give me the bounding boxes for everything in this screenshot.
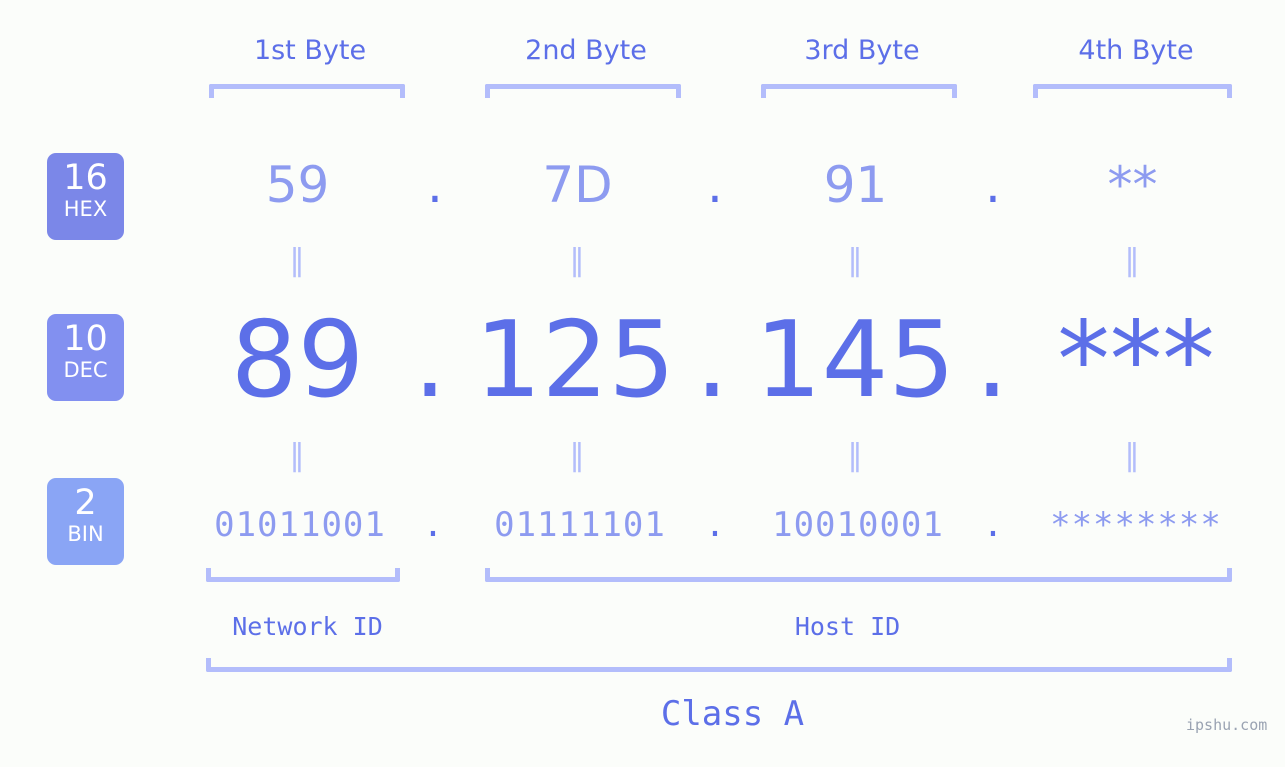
byte-bracket-2 <box>485 84 681 98</box>
bin-separator-1: . <box>422 505 444 545</box>
dec-separator-2: . <box>695 299 729 421</box>
watermark: ipshu.com <box>1186 716 1268 734</box>
class-label: Class A <box>660 694 805 734</box>
byte-header-4: 4th Byte <box>1078 35 1194 66</box>
equality-marker-dec-bin-3: ‖ <box>847 438 864 473</box>
hex-separator-1: . <box>427 156 443 214</box>
equality-marker-hex-dec-4: ‖ <box>1124 243 1141 278</box>
equality-marker-hex-dec-2: ‖ <box>569 243 586 278</box>
network-id-bracket <box>206 568 400 582</box>
hex-separator-3: . <box>985 156 1001 214</box>
equality-marker-hex-dec-1: ‖ <box>289 243 306 278</box>
hex-byte-4: ** <box>1107 156 1158 214</box>
host-id-bracket <box>485 568 1232 582</box>
byte-bracket-4 <box>1033 84 1232 98</box>
bin-row: 01011001 . 01111101 . 10010001 . *******… <box>0 495 1285 555</box>
hex-byte-3: 91 <box>823 156 888 214</box>
dec-byte-3: 145 <box>754 299 956 421</box>
equality-marker-dec-bin-4: ‖ <box>1124 438 1141 473</box>
dec-separator-3: . <box>975 299 1009 421</box>
bin-byte-3: 10010001 <box>772 505 944 545</box>
byte-bracket-3 <box>761 84 957 98</box>
dec-separator-1: . <box>413 299 447 421</box>
bin-byte-4: ******** <box>1050 505 1222 545</box>
dec-byte-1: 89 <box>230 299 365 421</box>
byte-header-1: 1st Byte <box>253 35 367 66</box>
bin-byte-1: 01011001 <box>214 505 386 545</box>
bin-separator-3: . <box>982 505 1004 545</box>
hex-byte-1: 59 <box>265 156 330 214</box>
hex-byte-2: 7D <box>542 156 613 214</box>
equality-marker-dec-bin-1: ‖ <box>289 438 306 473</box>
equality-marker-dec-bin-2: ‖ <box>569 438 586 473</box>
byte-header-3: 3rd Byte <box>804 35 920 66</box>
hex-row: 59 . 7D . 91 . ** <box>0 150 1285 220</box>
byte-bracket-1 <box>209 84 405 98</box>
host-id-label: Host ID <box>794 612 901 641</box>
dec-byte-2: 125 <box>474 299 676 421</box>
network-id-label: Network ID <box>232 612 383 641</box>
ip-address-breakdown-diagram: 1st Byte 2nd Byte 3rd Byte 4th Byte 16 H… <box>0 0 1285 767</box>
dec-row: 89 . 125 . 145 . *** <box>0 295 1285 425</box>
dec-byte-4: *** <box>1057 299 1215 421</box>
byte-header-2: 2nd Byte <box>525 35 647 66</box>
hex-separator-2: . <box>707 156 723 214</box>
bin-byte-2: 01111101 <box>494 505 666 545</box>
bin-separator-2: . <box>704 505 726 545</box>
equality-marker-hex-dec-3: ‖ <box>847 243 864 278</box>
class-bracket <box>206 658 1232 672</box>
